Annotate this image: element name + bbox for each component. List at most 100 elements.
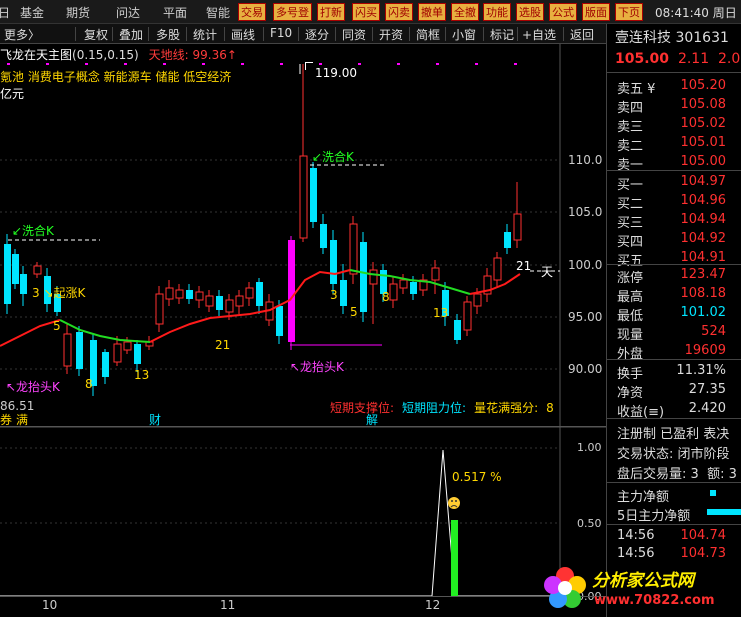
- peak-label: 119.00: [305, 62, 357, 80]
- add-watchlist-button[interactable]: +自选: [522, 26, 556, 43]
- simple-frame-button[interactable]: 简框: [416, 26, 440, 43]
- trade-button[interactable]: 交易: [238, 3, 266, 21]
- stock-title: 壹连科技 301631: [615, 27, 729, 47]
- ma-line-red: [149, 269, 351, 343]
- menu-bar: 日 基金 期货 问达 平面 智能 交易 多号登 打新 闪买 闪卖 撤单 全撤 功…: [0, 0, 741, 24]
- flash-sell-button[interactable]: 闪卖: [385, 3, 413, 21]
- count-label: 5: [53, 319, 61, 333]
- xihe-k-label: ↙洗合K: [312, 150, 354, 164]
- stats-button[interactable]: 统计: [193, 26, 217, 43]
- tongzi-button[interactable]: 同资: [342, 26, 366, 43]
- next-page-button[interactable]: 下页: [615, 3, 643, 21]
- bid-row[interactable]: 买一 104.97: [607, 173, 741, 193]
- ask-row[interactable]: 卖四 105.08: [607, 96, 741, 116]
- stat-row[interactable]: 现量 524: [607, 323, 741, 343]
- candle-body: [349, 223, 358, 275]
- watermark-title: 分析家公式网: [592, 571, 694, 591]
- candle-body: [473, 293, 482, 307]
- menu-item-pingmian[interactable]: 平面: [163, 4, 187, 21]
- flash-buy-button[interactable]: 闪买: [352, 3, 380, 21]
- stat-row[interactable]: 净资 27.35: [607, 381, 741, 401]
- sub-y-tick: 1.00: [577, 441, 602, 454]
- fuquan-button[interactable]: 复权: [84, 26, 108, 43]
- stat-label: 最低: [617, 309, 644, 324]
- stat-row[interactable]: 收益(≡) 2.420: [607, 400, 741, 420]
- menu-item-zhineng[interactable]: 智能: [206, 4, 230, 21]
- per-minute-button[interactable]: 逐分: [305, 26, 329, 43]
- candle-body: [360, 242, 367, 312]
- ask-row[interactable]: 卖二 105.01: [607, 134, 741, 154]
- menu-item-fund[interactable]: 基金: [20, 4, 44, 21]
- candle-body: [205, 295, 214, 307]
- count-label: 21: [516, 259, 532, 273]
- sub-y-tick: 0.50: [577, 517, 602, 530]
- candle-body: [123, 341, 132, 351]
- count-label: 8: [85, 377, 93, 391]
- sub-bar: [451, 520, 458, 596]
- tick-price: 104.73: [680, 546, 727, 561]
- stat-row[interactable]: 最低 101.02: [607, 304, 741, 324]
- xihe-k-label: ↙洗合K: [12, 224, 54, 238]
- ask-label: 卖五 ¥: [617, 82, 656, 97]
- back-button[interactable]: 返回: [570, 26, 594, 43]
- candle-body: [12, 254, 19, 284]
- formula-button[interactable]: 公式: [549, 3, 577, 21]
- ask-label: 卖二: [617, 139, 644, 154]
- multi-stock-button[interactable]: 多股: [156, 26, 180, 43]
- overlay-button[interactable]: 叠加: [119, 26, 143, 43]
- stat-label: 现量: [617, 328, 644, 343]
- bid-row[interactable]: 买二 104.96: [607, 192, 741, 212]
- draw-line-button[interactable]: 画线: [231, 26, 255, 43]
- stat-row[interactable]: 换手 11.31%: [607, 362, 741, 382]
- candle-body: [431, 267, 440, 281]
- f10-button[interactable]: F10: [270, 26, 292, 40]
- more-button[interactable]: 更多〉: [4, 26, 40, 43]
- candle-body: [330, 240, 337, 284]
- function-button[interactable]: 功能: [483, 3, 511, 21]
- candle-body: [454, 320, 461, 340]
- candle-body: [225, 299, 234, 313]
- multi-login-button[interactable]: 多号登: [273, 3, 312, 21]
- bid-row[interactable]: 买四 104.92: [607, 230, 741, 250]
- sub-indicator-chart[interactable]: [0, 428, 606, 598]
- bid-value: 104.97: [680, 174, 727, 189]
- flower-value: 8: [546, 401, 554, 415]
- ask-value: 105.00: [680, 154, 727, 169]
- support-label: 短期支撑位:: [330, 401, 395, 415]
- menu-item-wenda[interactable]: 问达: [116, 4, 140, 21]
- ask-value: 105.08: [680, 97, 727, 112]
- bid-value: 104.96: [680, 193, 727, 208]
- bid-value: 104.91: [680, 250, 727, 265]
- candle-body: [389, 283, 398, 301]
- small-window-button[interactable]: 小窗: [452, 26, 476, 43]
- candle-body: [235, 295, 244, 307]
- candle-body: [504, 232, 511, 248]
- kaizi-button[interactable]: 开资: [379, 26, 403, 43]
- mark-button[interactable]: 标记: [490, 26, 514, 43]
- stock-picker-button[interactable]: 选股: [516, 3, 544, 21]
- date-label: 12: [425, 598, 441, 612]
- ask-row[interactable]: 卖五 ¥ 105.20: [607, 77, 741, 97]
- ma-line-red: [0, 319, 61, 347]
- candle-body: [175, 289, 184, 299]
- ask-row[interactable]: 卖三 105.02: [607, 115, 741, 135]
- menu-item-futures[interactable]: 期货: [66, 4, 90, 21]
- stat-row[interactable]: 最高 108.18: [607, 285, 741, 305]
- cancel-all-button[interactable]: 全撤: [451, 3, 479, 21]
- layout-button[interactable]: 版面: [582, 3, 610, 21]
- ipo-button[interactable]: 打新: [317, 3, 345, 21]
- longtaitou-k-label: ↖龙抬头K: [290, 360, 344, 374]
- count-label: 21: [215, 338, 231, 352]
- bid-label: 买三: [617, 216, 644, 231]
- watermark-url: www.70822.com: [594, 593, 715, 608]
- menu-item-day[interactable]: 日: [0, 4, 10, 21]
- stat-label: 净资: [617, 386, 644, 401]
- cancel-order-button[interactable]: 撤单: [418, 3, 446, 21]
- stat-row[interactable]: 涨停 123.47: [607, 266, 741, 286]
- bid-label: 买四: [617, 235, 644, 250]
- stat-label: 换手: [617, 367, 644, 382]
- count-label: 13: [134, 368, 150, 382]
- y-tick: 95.00: [568, 310, 603, 324]
- bid-row[interactable]: 买三 104.94: [607, 211, 741, 231]
- candle-body: [186, 290, 193, 299]
